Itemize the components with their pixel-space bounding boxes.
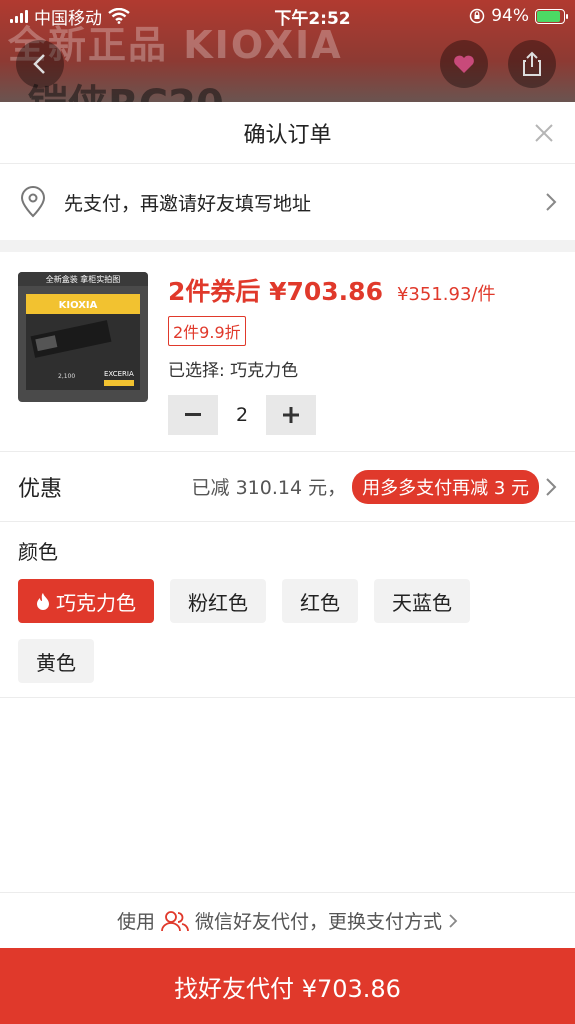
color-option-pink[interactable]: 粉红色 xyxy=(170,579,266,623)
color-options: 巧克力色 粉红色 红色 天蓝色 黄色 xyxy=(18,579,518,683)
thumb-model-text: EXCERIA xyxy=(104,370,134,378)
color-option-sky-blue[interactable]: 天蓝色 xyxy=(374,579,470,623)
thumb-brand-text: KIOXIA xyxy=(59,300,98,311)
product-row: 全新盒装 拿柜实拍图 KIOXIA EXCERIA 2,100 2件券后 ¥70… xyxy=(0,252,575,452)
order-sheet: 确认订单 先支付，再邀请好友填写地址 全新盒装 拿柜实拍图 KIOXIA EXC… xyxy=(0,102,575,1024)
quantity-stepper: 2 xyxy=(168,395,557,435)
status-time: 下午2:52 xyxy=(274,8,351,29)
rotation-lock-icon xyxy=(469,8,485,24)
chevron-right-icon xyxy=(449,913,458,928)
background-favorite-button[interactable] xyxy=(440,40,488,88)
share-icon xyxy=(523,51,541,76)
thumb-speed-text: 2,100 xyxy=(58,373,75,380)
friends-icon xyxy=(161,910,189,931)
favorite-icon xyxy=(454,55,474,73)
promo-row[interactable]: 优惠 已减 310.14 元， 用多多支付再减 3 元 xyxy=(0,452,575,522)
back-arrow-icon xyxy=(33,54,45,74)
carrier-name: 中国移动 xyxy=(34,8,102,29)
battery-icon xyxy=(535,8,568,24)
chevron-right-icon xyxy=(546,193,557,211)
color-option-label: 天蓝色 xyxy=(392,590,452,615)
color-option-yellow[interactable]: 黄色 xyxy=(18,639,94,683)
plus-icon xyxy=(283,407,299,423)
color-option-chocolate[interactable]: 巧克力色 xyxy=(18,579,154,623)
promo-label: 优惠 xyxy=(18,476,63,502)
close-icon xyxy=(535,124,553,142)
thumb-header-text: 全新盒装 拿柜实拍图 xyxy=(46,274,121,284)
payment-method-row[interactable]: 使用 微信好友代付，更换支付方式 xyxy=(0,892,575,948)
chevron-right-icon xyxy=(546,477,557,496)
background-share-button[interactable] xyxy=(508,40,556,88)
product-thumbnail: 全新盒装 拿柜实拍图 KIOXIA EXCERIA 2,100 xyxy=(18,272,148,402)
address-prompt: 先支付，再邀请好友填写地址 xyxy=(64,192,312,215)
sheet-header: 确认订单 xyxy=(0,102,575,164)
discount-tag: 2件9.9折 xyxy=(168,316,246,346)
unit-price: ¥351.93/件 xyxy=(396,284,496,305)
color-option-label: 红色 xyxy=(300,590,340,615)
section-divider xyxy=(0,240,575,252)
flame-icon xyxy=(36,592,50,610)
quantity-value[interactable]: 2 xyxy=(218,404,266,426)
location-pin-icon xyxy=(20,186,46,218)
color-option-label: 巧克力色 xyxy=(56,590,136,615)
color-label: 颜色 xyxy=(18,540,58,564)
promo-extra-discount-pill[interactable]: 用多多支付再减 3 元 xyxy=(352,469,539,504)
status-bar: 中国移动 下午2:52 94% xyxy=(0,0,575,32)
decrease-quantity-button[interactable] xyxy=(168,395,218,435)
background-back-button[interactable] xyxy=(16,40,64,88)
close-button[interactable] xyxy=(527,116,561,150)
payment-method-text: 微信好友代付，更换支付方式 xyxy=(195,911,443,933)
increase-quantity-button[interactable] xyxy=(266,395,316,435)
battery-percent: 94% xyxy=(491,6,529,26)
wifi-icon xyxy=(108,8,130,24)
minus-icon xyxy=(185,413,201,416)
color-option-label: 粉红色 xyxy=(188,590,248,615)
color-option-red[interactable]: 红色 xyxy=(282,579,358,623)
friend-pay-button[interactable]: 找好友代付 ¥703.86 xyxy=(0,948,575,1024)
address-row[interactable]: 先支付，再邀请好友填写地址 xyxy=(0,164,575,240)
price-after-coupon: 2件券后 ¥703.86 xyxy=(168,277,383,306)
sheet-title: 确认订单 xyxy=(243,122,332,148)
selected-variant: 已选择: 巧克力色 xyxy=(168,361,299,381)
payment-use-label: 使用 xyxy=(116,911,155,933)
product-info: 2件券后 ¥703.86 ¥351.93/件 2件9.9折 已选择: 巧克力色 … xyxy=(168,272,557,435)
color-section: 颜色 巧克力色 粉红色 红色 天蓝色 黄色 xyxy=(0,522,575,698)
color-option-label: 黄色 xyxy=(36,650,76,675)
signal-icon xyxy=(10,9,28,23)
promo-reduced-amount: 已减 310.14 元， xyxy=(191,477,347,499)
